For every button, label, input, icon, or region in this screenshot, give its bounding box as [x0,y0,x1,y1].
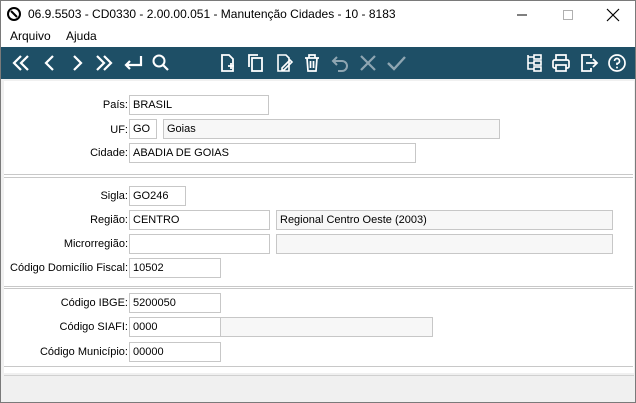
edit-record-button[interactable] [271,50,297,76]
new-icon [221,54,234,72]
codigo-domicilio-fiscal-label: Código Domicílio Fiscal: [10,262,128,274]
new-record-button[interactable] [215,50,241,76]
uf-label: UF: [110,124,128,136]
maximize-icon [563,9,573,20]
sigla-field[interactable]: GO246 [129,186,186,206]
cancel-icon [360,55,376,71]
codigo-domicilio-fiscal-field[interactable]: 10502 [129,258,221,278]
undo-button[interactable] [327,50,353,76]
next-icon [73,55,83,71]
uf-code-field[interactable]: GO [129,119,157,139]
region-section: Sigla: GO246 Região: CENTRO Regional Cen… [4,178,633,287]
codigo-ibge-label: Código IBGE: [60,297,128,309]
undo-icon [331,56,348,72]
search-icon [152,54,169,71]
pais-field[interactable]: BRASIL [129,95,269,115]
regiao-description-field: Regional Centro Oeste (2003) [276,210,613,230]
first-record-button[interactable] [8,50,34,76]
help-icon [608,54,626,72]
menu-arquivo[interactable]: Arquivo [10,29,51,43]
app-logo-icon [7,7,21,21]
toolbar [1,47,635,79]
regiao-code-field[interactable]: CENTRO [129,210,270,230]
codigo-ibge-field[interactable]: 5200050 [129,293,221,313]
tree-icon [527,54,542,72]
cancel-button[interactable] [355,50,381,76]
cidade-label: Cidade: [90,147,128,159]
uf-name-field: Goias [163,119,500,139]
copy-record-button[interactable] [243,50,269,76]
previous-record-button[interactable] [37,50,63,76]
last-icon [96,55,113,71]
form-area: País: BRASIL UF: GO Goias Cidade: ABADIA… [4,81,634,373]
goto-icon [124,56,143,70]
main-window: 06.9.5503 - CD0330 - 2.00.00.051 - Manut… [0,0,636,403]
last-record-button[interactable] [91,50,117,76]
menu-bar: Arquivo Ajuda [1,28,635,47]
microrregiao-label: Microrregião: [63,238,128,250]
title-bar: 06.9.5503 - CD0330 - 2.00.00.051 - Manut… [1,1,635,28]
maximize-button[interactable] [545,1,591,28]
help-button[interactable] [604,50,630,76]
regiao-label: Região: [90,214,128,226]
delete-icon [305,54,319,72]
confirm-button[interactable] [383,50,409,76]
location-section: País: BRASIL UF: GO Goias Cidade: ABADIA… [4,81,633,175]
exit-button[interactable] [576,50,602,76]
first-icon [12,55,29,71]
window-title: 06.9.5503 - CD0330 - 2.00.00.051 - Manut… [28,7,396,21]
edit-icon [277,54,294,72]
microrregiao-description-field [276,234,613,254]
close-button[interactable] [590,1,636,28]
confirm-icon [387,56,406,71]
status-bar [4,375,634,400]
codigo-siafi-extra-field [220,317,433,337]
pais-label: País: [102,99,128,111]
print-icon [552,54,570,72]
microrregiao-code-field[interactable] [129,234,270,254]
delete-record-button[interactable] [299,50,325,76]
codigo-siafi-label: Código SIAFI: [59,321,128,333]
previous-icon [44,55,54,71]
tree-view-button[interactable] [520,50,546,76]
codigo-municipio-label: Código Município: [39,346,128,358]
exit-icon [581,54,599,72]
cidade-field[interactable]: ABADIA DE GOIAS [129,143,416,163]
sigla-label: Sigla: [100,190,128,202]
search-button[interactable] [148,50,174,76]
minimize-icon [517,14,527,15]
goto-button[interactable] [120,50,146,76]
codigo-municipio-field[interactable]: 00000 [129,342,221,362]
codigo-siafi-field[interactable]: 0000 [129,317,221,337]
minimize-button[interactable] [499,1,545,28]
next-record-button[interactable] [64,50,90,76]
codes-section: Código IBGE: 5200050 Código SIAFI: 0000 … [4,288,633,367]
close-icon [606,8,620,21]
print-button[interactable] [548,50,574,76]
copy-icon [248,54,263,72]
menu-ajuda[interactable]: Ajuda [66,29,97,43]
